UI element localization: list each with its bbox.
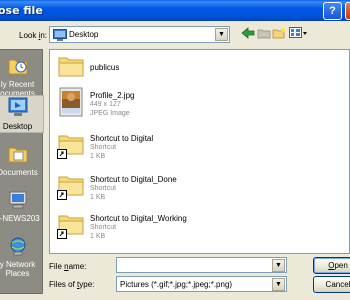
shortcut-folder-icon: [57, 210, 85, 242]
look-in-label: Look in:: [19, 31, 48, 40]
title-bar[interactable]: ose file ?: [0, 0, 350, 21]
list-item[interactable]: Profile_2.jpg 449 x 127 JPEG Image: [50, 87, 349, 127]
file-size: 1 KB: [90, 233, 106, 240]
places-bar: ly Recent ocuments Desktop Documents NEW…: [0, 49, 44, 294]
back-arrow-icon[interactable]: [241, 27, 255, 41]
list-item[interactable]: Shortcut to Digital Shortcut 1 KB: [50, 130, 349, 170]
up-folder-icon[interactable]: [257, 27, 271, 41]
cancel-button[interactable]: Cancel: [313, 276, 350, 293]
place-my-network-places[interactable]: y Network Places: [0, 236, 44, 278]
file-type-label: Files of type:: [49, 280, 95, 289]
file-name-label: File name:: [49, 262, 87, 271]
file-type: Shortcut: [90, 144, 117, 151]
network-places-icon: [7, 237, 29, 258]
place-label: Places: [5, 269, 30, 278]
file-size: 1 KB: [90, 194, 106, 201]
place-label: Desktop: [2, 122, 33, 131]
file-name: Shortcut to Digital: [90, 134, 154, 143]
new-folder-icon[interactable]: [272, 27, 286, 41]
look-in-value: Desktop: [69, 30, 99, 39]
place-label: Documents: [0, 168, 38, 177]
file-type-value: Pictures (*.gif;*.jpg;*.jpeg;*.png): [120, 280, 233, 289]
file-size: 1 KB: [90, 153, 106, 160]
image-file-icon: [57, 87, 85, 121]
shortcut-folder-icon: [57, 171, 85, 203]
file-type: Shortcut: [90, 224, 117, 231]
place-label: 3-NEWS203: [0, 214, 40, 223]
folder-icon: [57, 52, 85, 82]
place-desktop[interactable]: Desktop: [0, 95, 44, 133]
file-name-input[interactable]: ▼: [116, 257, 287, 273]
file-name: Profile_2.jpg: [90, 91, 135, 100]
help-button[interactable]: ?: [323, 2, 342, 20]
file-list[interactable]: publicus Profile_2.jpg 449 x 127 JPEG Im…: [49, 49, 350, 254]
place-my-computer[interactable]: 3-NEWS203: [0, 190, 44, 223]
recent-documents-icon: [7, 59, 29, 78]
place-my-documents[interactable]: Documents: [0, 144, 44, 177]
list-item[interactable]: Shortcut to Digital_Working Shortcut 1 K…: [50, 210, 349, 250]
my-documents-icon: [7, 147, 29, 166]
chevron-down-icon[interactable]: ▼: [272, 278, 285, 291]
chevron-down-icon[interactable]: ▼: [215, 28, 228, 41]
shortcut-folder-icon: [57, 130, 85, 162]
place-label: ly Recent: [0, 80, 35, 89]
desktop-icon: [53, 29, 67, 43]
view-menu-icon[interactable]: [289, 27, 309, 41]
desktop-icon: [7, 97, 29, 120]
file-dimensions: 449 x 127: [90, 101, 121, 108]
file-type: JPEG Image: [90, 110, 130, 117]
window-title: ose file: [0, 4, 43, 17]
file-type: Shortcut: [90, 185, 117, 192]
list-item[interactable]: Shortcut to Digital_Done Shortcut 1 KB: [50, 171, 349, 211]
close-button[interactable]: [345, 2, 350, 20]
chevron-down-icon[interactable]: ▼: [272, 259, 285, 272]
file-type-dropdown[interactable]: Pictures (*.gif;*.jpg;*.jpeg;*.png) ▼: [116, 276, 287, 292]
place-recent-documents[interactable]: ly Recent ocuments: [0, 56, 44, 98]
place-label: y Network: [0, 260, 36, 269]
look-in-dropdown[interactable]: Desktop ▼: [49, 26, 230, 43]
computer-icon: [7, 191, 29, 212]
open-button[interactable]: Open: [313, 257, 350, 274]
file-name: publicus: [90, 63, 120, 72]
list-item[interactable]: publicus: [50, 52, 349, 92]
file-name: Shortcut to Digital_Working: [90, 214, 187, 223]
file-name: Shortcut to Digital_Done: [90, 175, 177, 184]
